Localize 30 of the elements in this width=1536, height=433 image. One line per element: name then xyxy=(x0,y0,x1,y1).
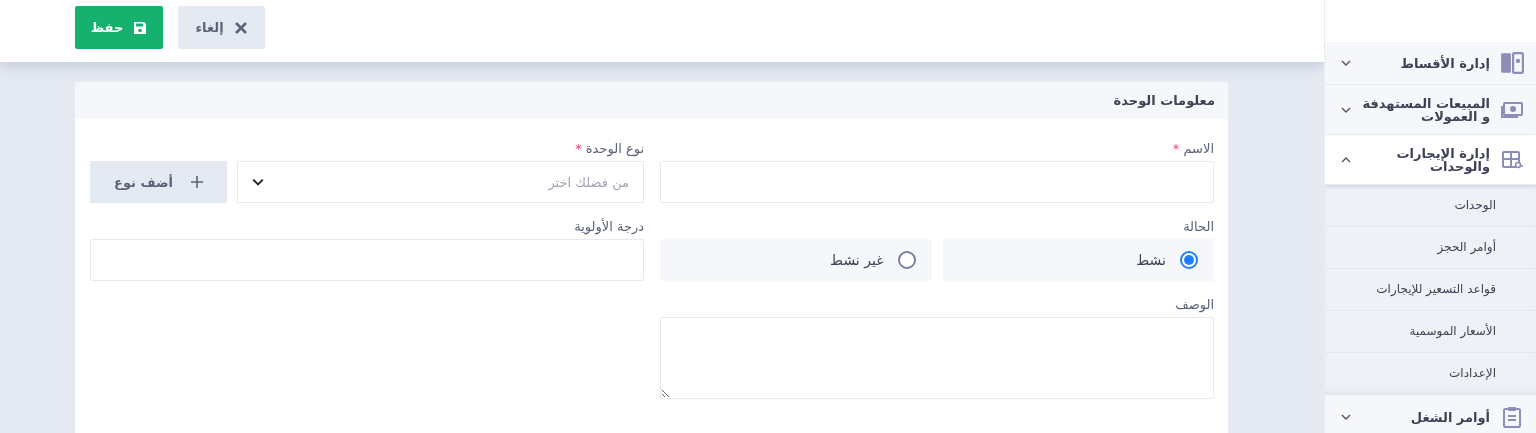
sidebar-item[interactable]: إدارة الإيجارات والوحدات xyxy=(1325,135,1536,185)
radio-option[interactable]: غير نشط xyxy=(660,239,932,281)
field-label: الاسم * xyxy=(1171,141,1214,159)
clipboard-icon xyxy=(1500,405,1524,429)
sidebar-item[interactable]: أوامر الشغل xyxy=(1325,395,1536,433)
submenu-item[interactable]: الوحدات xyxy=(1325,185,1536,227)
card-title: معلومات الوحدة xyxy=(1113,93,1215,108)
input-field[interactable] xyxy=(660,161,1214,203)
sidebar-item[interactable]: المبيعات المستهدفة و العمولات xyxy=(1325,85,1536,135)
field-label: درجة الأولوية xyxy=(573,219,644,237)
radio-button[interactable] xyxy=(1180,251,1198,269)
cancel-button[interactable]: إلغاء xyxy=(178,6,265,49)
field-label: نوع الوحدة * xyxy=(574,141,644,159)
plus-icon xyxy=(191,176,203,188)
add-type-button[interactable]: أضف نوع xyxy=(90,161,227,203)
radio-option[interactable]: نشط xyxy=(942,239,1214,281)
chevron-down-icon xyxy=(1341,58,1351,68)
chevron-down-icon xyxy=(1341,412,1351,422)
field-label: الحالة xyxy=(1182,219,1214,236)
submenu-item[interactable]: الأسعار الموسمية xyxy=(1325,311,1536,353)
id-card-icon xyxy=(1500,51,1524,75)
input-field[interactable] xyxy=(90,239,644,281)
close-icon xyxy=(233,20,248,35)
submenu-item[interactable]: قواعد التسعير للإيجارات xyxy=(1325,269,1536,311)
sidebar-item[interactable]: إدارة الأقساط xyxy=(1325,42,1536,85)
chevron-down-icon xyxy=(252,178,264,186)
textarea-field[interactable] xyxy=(660,317,1214,399)
radio-button[interactable] xyxy=(897,251,916,269)
submenu-item[interactable]: أوامر الحجز xyxy=(1325,227,1536,269)
field-label: الوصف xyxy=(1174,297,1214,315)
